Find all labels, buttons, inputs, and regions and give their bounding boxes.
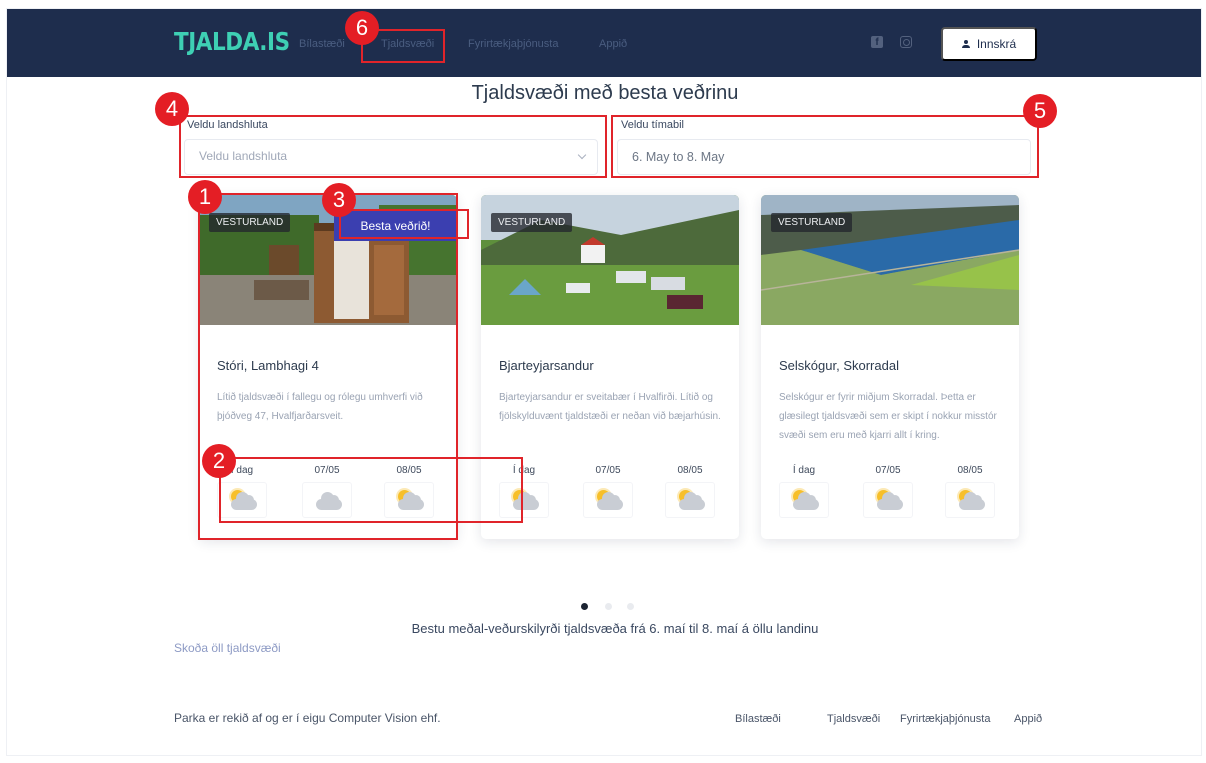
nav-link-appid[interactable]: Appið bbox=[599, 38, 627, 50]
campsite-title[interactable]: Selskógur, Skorradal bbox=[779, 358, 899, 373]
nav-link-bilastaedi[interactable]: Bílastæði bbox=[299, 38, 345, 50]
annotation-marker-4: 4 bbox=[155, 92, 189, 126]
annotation-box-region-filter bbox=[179, 115, 607, 178]
see-all-campsites-link[interactable]: Skoða öll tjaldsvæði bbox=[174, 641, 281, 655]
annotation-marker-3: 3 bbox=[322, 183, 356, 217]
login-button[interactable]: Innskrá bbox=[941, 27, 1037, 61]
footer-link-tjaldsvaedi[interactable]: Tjaldsvæði bbox=[827, 713, 880, 725]
campsite-description: Selskógur er fyrir miðjum Skorradal. Þet… bbox=[779, 392, 997, 441]
forecast-day: Í dag bbox=[779, 465, 829, 518]
partly-cloudy-icon bbox=[665, 482, 715, 518]
annotation-marker-2: 2 bbox=[202, 444, 236, 478]
facebook-icon[interactable]: f bbox=[871, 36, 883, 48]
annotation-box-badge bbox=[339, 209, 469, 239]
footer-text: Parka er rekið af og er í eigu Computer … bbox=[174, 711, 441, 725]
login-label: Innskrá bbox=[976, 37, 1017, 51]
results-caption: Bestu meðal-veðurskilyrði tjaldsvæða frá… bbox=[411, 621, 819, 636]
forecast-day-label: 07/05 bbox=[595, 465, 621, 476]
forecast-day: 07/05 bbox=[863, 465, 913, 518]
carousel-dot[interactable] bbox=[627, 603, 634, 610]
footer-link-appid[interactable]: Appið bbox=[1014, 713, 1042, 725]
browser-viewport: TJALDA.IS Bílastæði Tjaldsvæði Fyrirtækj… bbox=[6, 8, 1202, 756]
partly-cloudy-icon bbox=[863, 482, 913, 518]
forecast-day-label: 08/05 bbox=[677, 465, 703, 476]
campsite-card-selskogur[interactable]: VESTURLAND Selskógur, Skorradal Selskógu… bbox=[761, 195, 1019, 539]
carousel-dot[interactable] bbox=[605, 603, 612, 610]
site-logo[interactable]: TJALDA.IS bbox=[174, 27, 290, 56]
footer-link-bilastaedi[interactable]: Bílastæði bbox=[735, 713, 781, 725]
partly-cloudy-icon bbox=[583, 482, 633, 518]
campsite-title[interactable]: Bjarteyjarsandur bbox=[499, 358, 594, 373]
footer-link-fyrirtaekjathjonusta[interactable]: Fyrirtækjaþjónusta bbox=[900, 713, 990, 725]
annotation-marker-1: 1 bbox=[188, 180, 222, 214]
carousel-dot[interactable] bbox=[581, 603, 588, 610]
partly-cloudy-icon bbox=[779, 482, 829, 518]
user-icon bbox=[961, 40, 970, 48]
annotation-box-forecast bbox=[219, 457, 523, 523]
instagram-icon[interactable] bbox=[900, 36, 912, 48]
annotation-box-period-filter bbox=[611, 115, 1039, 178]
forecast-day: 08/05 bbox=[945, 465, 995, 518]
forecast-day-label: 07/05 bbox=[875, 465, 901, 476]
forecast-day: 07/05 bbox=[583, 465, 633, 518]
annotation-marker-6: 6 bbox=[345, 11, 379, 45]
top-navbar: TJALDA.IS Bílastæði Tjaldsvæði Fyrirtækj… bbox=[7, 9, 1201, 77]
partly-cloudy-icon bbox=[945, 482, 995, 518]
forecast-day-label: 08/05 bbox=[957, 465, 983, 476]
region-badge: VESTURLAND bbox=[771, 213, 853, 232]
region-badge: VESTURLAND bbox=[491, 213, 573, 232]
forecast-day-label: Í dag bbox=[792, 465, 816, 476]
campsite-description: Bjarteyjarsandur er sveitabær í Hvalfirð… bbox=[499, 392, 721, 422]
forecast-day: 08/05 bbox=[665, 465, 715, 518]
nav-link-fyrirtaekjathjonusta[interactable]: Fyrirtækjaþjónusta bbox=[468, 38, 558, 50]
annotation-marker-5: 5 bbox=[1023, 94, 1057, 128]
